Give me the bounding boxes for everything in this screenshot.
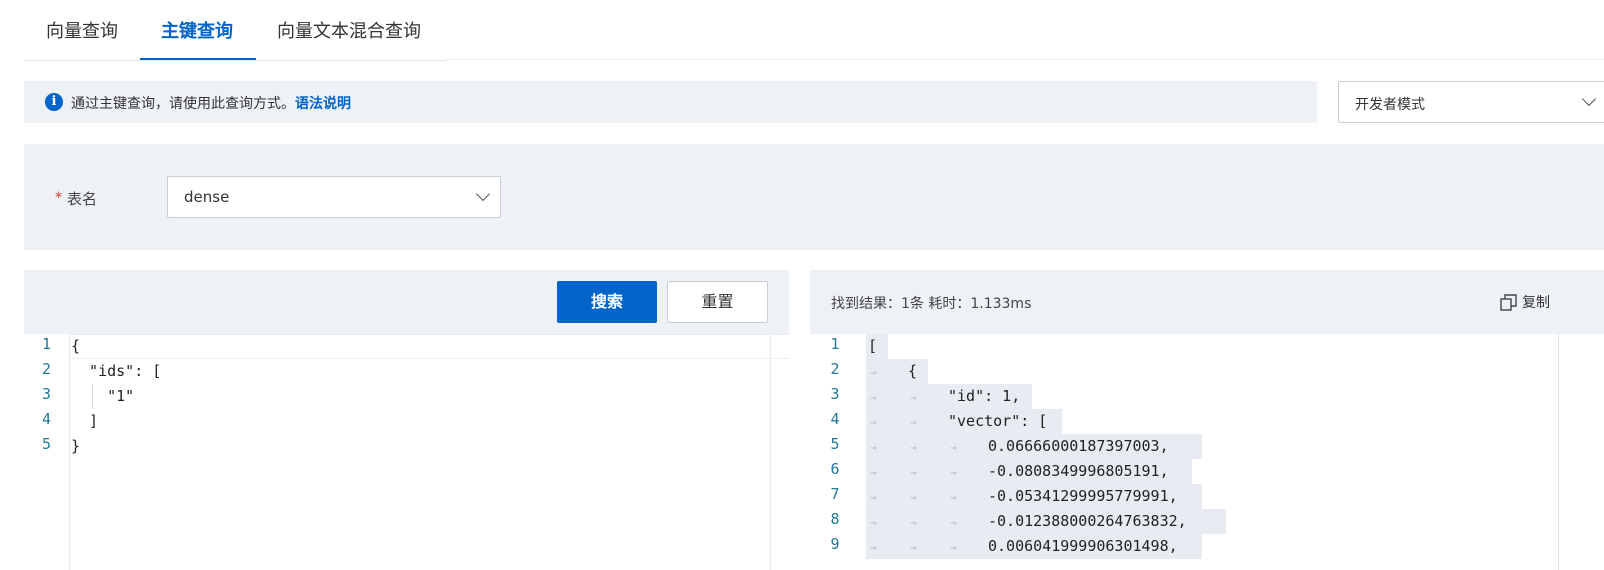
syntax-help-link[interactable]: 语法说明	[295, 96, 351, 112]
whitespace-arrow: →	[910, 466, 917, 479]
whitespace-arrow: →	[950, 516, 957, 529]
table-name-select[interactable]: dense	[167, 176, 501, 218]
whitespace-arrow: →	[870, 541, 877, 554]
line-number: 1	[41, 335, 52, 353]
code-line: -0.012388000264763832,	[988, 512, 1187, 530]
tab-vector-query[interactable]: 向量查询	[46, 17, 118, 43]
whitespace-arrow: →	[950, 541, 957, 554]
code-line: {	[71, 337, 81, 355]
line-number: 8	[830, 510, 840, 528]
line-number: 1	[830, 335, 840, 353]
whitespace-arrow: →	[870, 391, 877, 404]
whitespace-arrow: →	[950, 441, 957, 454]
current-line-highlight	[70, 334, 789, 359]
tab-hybrid-query[interactable]: 向量文本混合查询	[277, 17, 421, 43]
whitespace-arrow: →	[870, 366, 877, 379]
line-number: 3	[830, 385, 840, 403]
code-line: 0.006041999906301498,	[988, 537, 1178, 555]
line-number: 6	[830, 460, 840, 478]
table-name-label: 表名	[67, 190, 98, 208]
code-line: "id": 1,	[948, 387, 1021, 405]
whitespace-arrow: →	[870, 441, 877, 454]
mode-select-value: 开发者模式	[1355, 97, 1425, 113]
query-editor[interactable]: 1 2 3 4 5 { "ids": [ "1" ] }	[24, 334, 789, 570]
whitespace-arrow: →	[910, 391, 917, 404]
chevron-down-icon	[475, 186, 491, 202]
code-line: "1"	[71, 387, 135, 405]
code-line: -0.0808349996805191,	[988, 462, 1169, 480]
query-form: * 表名 dense	[24, 144, 1604, 250]
tab-divider	[446, 59, 1604, 60]
code-line: ]	[71, 412, 99, 430]
code-line: "ids": [	[71, 362, 162, 380]
mode-select[interactable]: 开发者模式	[1338, 81, 1604, 123]
line-number-gutter: 1 2 3 4 5 6 7 8 9	[810, 334, 860, 570]
line-number: 5	[41, 435, 52, 453]
table-name-value: dense	[184, 188, 230, 206]
search-button[interactable]: 搜索	[557, 281, 657, 323]
reset-button[interactable]: 重置	[667, 281, 768, 323]
line-number: 2	[830, 360, 840, 378]
line-number: 4	[41, 410, 52, 428]
code-line: {	[908, 362, 918, 380]
query-panel: 搜索 重置 1 2 3 4 5 { "ids": [ "1" ] }	[24, 270, 789, 570]
whitespace-arrow: →	[870, 491, 877, 504]
code-line: [	[868, 337, 878, 355]
whitespace-arrow: →	[870, 516, 877, 529]
whitespace-arrow: →	[910, 516, 917, 529]
tab-primary-key-query[interactable]: 主键查询	[161, 17, 233, 43]
info-banner: i 通过主键查询，请使用此查询方式。语法说明	[24, 81, 1317, 123]
whitespace-arrow: →	[910, 491, 917, 504]
info-message: 通过主键查询，请使用此查询方式。	[71, 96, 295, 112]
whitespace-arrow: →	[910, 541, 917, 554]
code-line: }	[71, 437, 81, 455]
line-number: 5	[830, 435, 840, 453]
copy-icon	[1500, 294, 1517, 311]
whitespace-arrow: →	[910, 416, 917, 429]
code-line: -0.05341299995779991,	[988, 487, 1178, 505]
whitespace-arrow: →	[870, 466, 877, 479]
info-icon: i	[45, 93, 63, 111]
result-editor[interactable]: 1 2 3 4 5 6 7 8 9 → → → → → → → → → → → …	[810, 334, 1604, 570]
required-mark: *	[55, 190, 62, 206]
copy-label: 复制	[1522, 295, 1550, 311]
line-number: 3	[41, 385, 52, 403]
tab-bar: 向量查询 主键查询 向量文本混合查询	[24, 0, 446, 61]
info-text: 通过主键查询，请使用此查询方式。语法说明	[71, 93, 351, 113]
whitespace-arrow: →	[950, 491, 957, 504]
code-line: "vector": [	[948, 412, 1048, 430]
line-number: 4	[830, 410, 840, 428]
line-number-gutter: 1 2 3 4 5	[24, 334, 69, 570]
result-panel: 找到结果：1条 耗时：1.133ms 复制 1 2 3 4 5 6 7 8 9	[810, 270, 1604, 570]
result-summary: 找到结果：1条 耗时：1.133ms	[831, 296, 1032, 312]
line-number: 9	[830, 535, 840, 553]
line-number: 7	[830, 485, 840, 503]
active-tab-indicator	[140, 58, 256, 60]
chevron-down-icon	[1581, 91, 1597, 107]
whitespace-arrow: →	[950, 466, 957, 479]
gutter-divider	[69, 334, 70, 570]
code-line: 0.06666000187397003,	[988, 437, 1169, 455]
whitespace-arrow: →	[870, 416, 877, 429]
whitespace-arrow: →	[910, 441, 917, 454]
editor-scrollbar-track[interactable]	[1558, 334, 1559, 570]
line-number: 2	[41, 360, 52, 378]
editor-ruler	[770, 334, 771, 570]
